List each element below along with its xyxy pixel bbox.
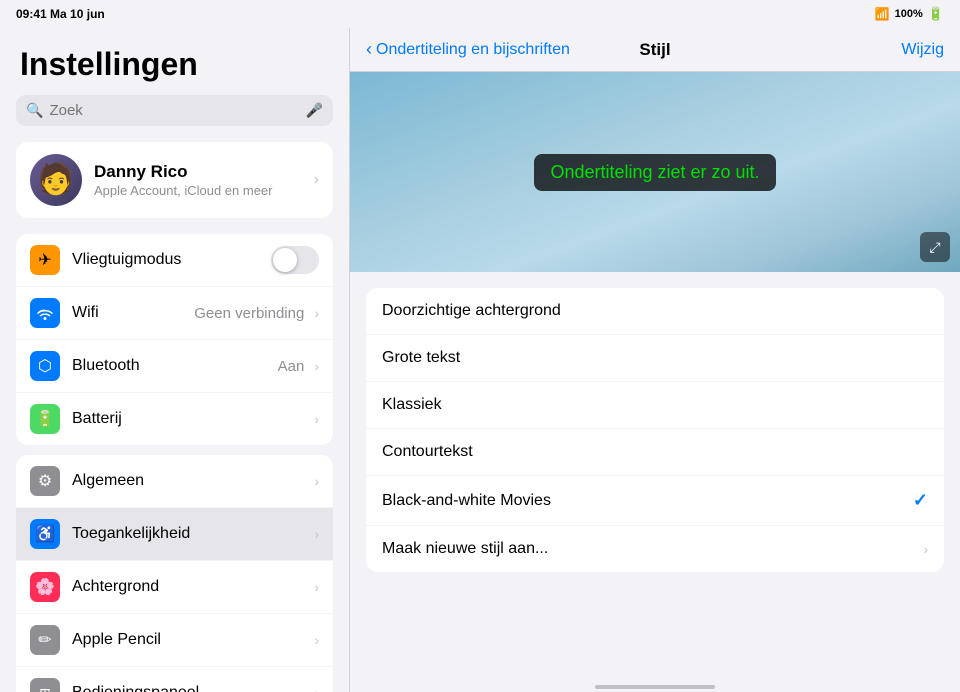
- nav-wijzig-button[interactable]: Wijzig: [901, 41, 944, 59]
- style-item-bwmovies[interactable]: Black-and-white Movies ✓: [366, 476, 944, 526]
- main-container: Instellingen 🔍 🎤 🧑 Danny Rico Apple Acco…: [0, 28, 960, 692]
- style-list: Doorzichtige achtergrond Grote tekst Kla…: [350, 272, 960, 687]
- algemeen-label: Algemeen: [72, 472, 310, 490]
- account-info: Danny Rico Apple Account, iCloud en meer: [94, 162, 302, 198]
- toegankelijkheid-chevron-icon: ›: [314, 526, 319, 542]
- applepencil-label: Apple Pencil: [72, 631, 310, 649]
- sidebar-item-vliegtuigmodus[interactable]: ✈ Vliegtuigmodus: [16, 234, 333, 287]
- style-item-contourtekst[interactable]: Contourtekst: [366, 429, 944, 476]
- bluetooth-label: Bluetooth: [72, 357, 278, 375]
- style-label-doorzichtig: Doorzichtige achtergrond: [382, 302, 928, 320]
- batterij-chevron-icon: ›: [314, 411, 319, 427]
- status-bar: 09:41 Ma 10 jun 📶 100% 🔋: [0, 0, 960, 28]
- wifi-icon: 📶: [875, 7, 890, 21]
- style-label-klassiek: Klassiek: [382, 396, 928, 414]
- nieuwstijl-chevron-icon: ›: [923, 541, 928, 557]
- sidebar: Instellingen 🔍 🎤 🧑 Danny Rico Apple Acco…: [0, 28, 350, 692]
- subtitle-preview-text: Ondertiteling ziet er zo uit.: [550, 162, 759, 182]
- sidebar-scroll: 🧑 Danny Rico Apple Account, iCloud en me…: [0, 142, 349, 692]
- style-label-contourtekst: Contourtekst: [382, 443, 928, 461]
- style-item-klassiek[interactable]: Klassiek: [366, 382, 944, 429]
- settings-section-1: ✈ Vliegtuigmodus Wifi Geen verbinding: [16, 234, 333, 445]
- nav-back-chevron-icon: ‹: [366, 39, 372, 60]
- mic-icon[interactable]: 🎤: [306, 102, 323, 119]
- nav-back-label: Ondertiteling en bijschriften: [376, 41, 570, 59]
- search-bar[interactable]: 🔍 🎤: [16, 95, 333, 126]
- bluetooth-value: Aan: [278, 358, 305, 375]
- style-item-doorzichtig[interactable]: Doorzichtige achtergrond: [366, 288, 944, 335]
- account-card[interactable]: 🧑 Danny Rico Apple Account, iCloud en me…: [16, 142, 333, 218]
- achtergrond-label: Achtergrond: [72, 578, 310, 596]
- bedieningspaneel-label: Bedieningspaneel: [72, 684, 310, 692]
- settings-section-2: ⚙ Algemeen › ♿ Toegankelijkheid › 🌸: [16, 455, 333, 692]
- achtergrond-chevron-icon: ›: [314, 579, 319, 595]
- wifi-chevron-icon: ›: [314, 305, 319, 321]
- fullscreen-button[interactable]: ⤢: [920, 232, 950, 262]
- batterij-icon: 🔋: [30, 404, 60, 434]
- toegankelijkheid-icon: ♿: [30, 519, 60, 549]
- style-label-groot: Grote tekst: [382, 349, 928, 367]
- bedieningspaneel-chevron-icon: ›: [314, 685, 319, 692]
- style-item-nieuwstijl[interactable]: Maak nieuwe stijl aan... ›: [366, 526, 944, 572]
- search-input[interactable]: [49, 102, 299, 119]
- applepencil-icon: ✏: [30, 625, 60, 655]
- applepencil-chevron-icon: ›: [314, 632, 319, 648]
- sidebar-item-bedieningspaneel[interactable]: ⊞ Bedieningspaneel ›: [16, 667, 333, 692]
- style-section: Doorzichtige achtergrond Grote tekst Kla…: [366, 288, 944, 572]
- sidebar-item-algemeen[interactable]: ⚙ Algemeen ›: [16, 455, 333, 508]
- search-icon: 🔍: [26, 102, 43, 119]
- bedieningspaneel-icon: ⊞: [30, 678, 60, 692]
- sidebar-item-achtergrond[interactable]: 🌸 Achtergrond ›: [16, 561, 333, 614]
- sidebar-title: Instellingen: [0, 28, 349, 95]
- checkmark-icon: ✓: [913, 490, 928, 511]
- bottom-bar: [350, 687, 960, 692]
- style-item-groot[interactable]: Grote tekst: [366, 335, 944, 382]
- right-panel: ‹ Ondertiteling en bijschriften Stijl Wi…: [350, 28, 960, 692]
- fullscreen-icon: ⤢: [929, 239, 940, 256]
- toegankelijkheid-label: Toegankelijkheid: [72, 525, 310, 543]
- nav-title: Stijl: [639, 40, 670, 60]
- algemeen-chevron-icon: ›: [314, 473, 319, 489]
- account-subtitle: Apple Account, iCloud en meer: [94, 183, 302, 198]
- account-name: Danny Rico: [94, 162, 302, 182]
- style-label-bwmovies: Black-and-white Movies: [382, 492, 913, 510]
- wifi-settings-icon: [30, 298, 60, 328]
- battery-icon: 🔋: [928, 6, 944, 22]
- battery-percentage: 100%: [895, 8, 923, 20]
- sidebar-item-applepencil[interactable]: ✏ Apple Pencil ›: [16, 614, 333, 667]
- home-indicator: [595, 685, 715, 689]
- wifi-label: Wifi: [72, 304, 194, 322]
- status-time-date: 09:41 Ma 10 jun: [16, 7, 105, 21]
- sidebar-item-wifi[interactable]: Wifi Geen verbinding ›: [16, 287, 333, 340]
- vliegtuigmodus-label: Vliegtuigmodus: [72, 251, 271, 269]
- toggle-knob: [273, 248, 297, 272]
- achtergrond-icon: 🌸: [30, 572, 60, 602]
- avatar-image: 🧑: [37, 165, 74, 195]
- sidebar-item-bluetooth[interactable]: ⬡ Bluetooth Aan ›: [16, 340, 333, 393]
- bluetooth-chevron-icon: ›: [314, 358, 319, 374]
- status-icons: 📶 100% 🔋: [875, 6, 944, 22]
- subtitle-bubble: Ondertiteling ziet er zo uit.: [534, 154, 775, 191]
- wifi-value: Geen verbinding: [194, 305, 304, 322]
- subtitle-preview: Ondertiteling ziet er zo uit. ⤢: [350, 72, 960, 272]
- vliegtuigmodus-icon: ✈: [30, 245, 60, 275]
- sidebar-item-toegankelijkheid[interactable]: ♿ Toegankelijkheid ›: [16, 508, 333, 561]
- vliegtuigmodus-toggle[interactable]: [271, 246, 319, 274]
- style-label-nieuwstijl: Maak nieuwe stijl aan...: [382, 540, 923, 558]
- bluetooth-icon: ⬡: [30, 351, 60, 381]
- sidebar-item-batterij[interactable]: 🔋 Batterij ›: [16, 393, 333, 445]
- algemeen-icon: ⚙: [30, 466, 60, 496]
- account-chevron-icon: ›: [314, 171, 319, 189]
- avatar: 🧑: [30, 154, 82, 206]
- nav-back-button[interactable]: ‹ Ondertiteling en bijschriften: [366, 39, 570, 60]
- nav-bar: ‹ Ondertiteling en bijschriften Stijl Wi…: [350, 28, 960, 72]
- batterij-label: Batterij: [72, 410, 310, 428]
